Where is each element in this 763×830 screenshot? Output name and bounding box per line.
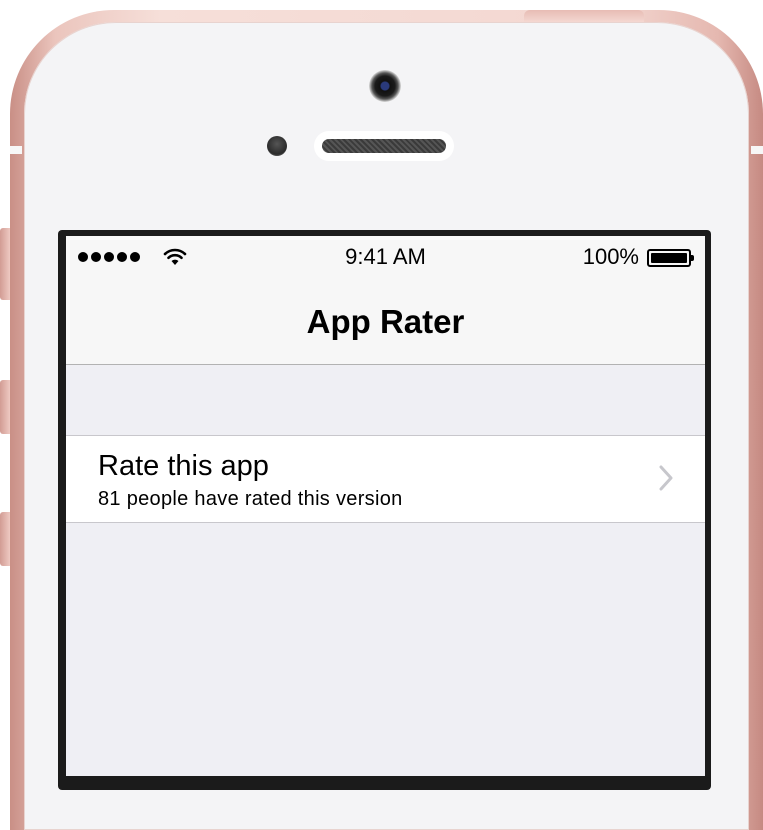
screen: 9:41 AM 100% App Rater Rate this app 81 … bbox=[66, 236, 705, 776]
volume-up-button bbox=[0, 380, 10, 434]
antenna-band-right bbox=[751, 146, 763, 154]
power-button bbox=[524, 10, 644, 22]
cell-subtitle: 81 people have rated this version bbox=[98, 488, 403, 510]
cell-title: Rate this app bbox=[98, 450, 269, 482]
antenna-band-left bbox=[10, 146, 22, 154]
earpiece-speaker bbox=[314, 131, 454, 161]
rate-app-cell[interactable]: Rate this app 81 people have rated this … bbox=[66, 435, 705, 523]
front-camera-icon bbox=[369, 70, 401, 102]
chevron-right-icon bbox=[659, 465, 673, 491]
proximity-sensor-icon bbox=[267, 136, 287, 156]
battery-percentage: 100% bbox=[582, 244, 639, 269]
battery-icon bbox=[647, 249, 694, 267]
volume-down-button bbox=[0, 512, 10, 566]
status-bar: 9:41 AM 100% bbox=[66, 236, 705, 280]
navigation-bar: App Rater bbox=[66, 280, 705, 365]
page-title: App Rater bbox=[306, 303, 465, 340]
mute-switch bbox=[0, 228, 10, 300]
